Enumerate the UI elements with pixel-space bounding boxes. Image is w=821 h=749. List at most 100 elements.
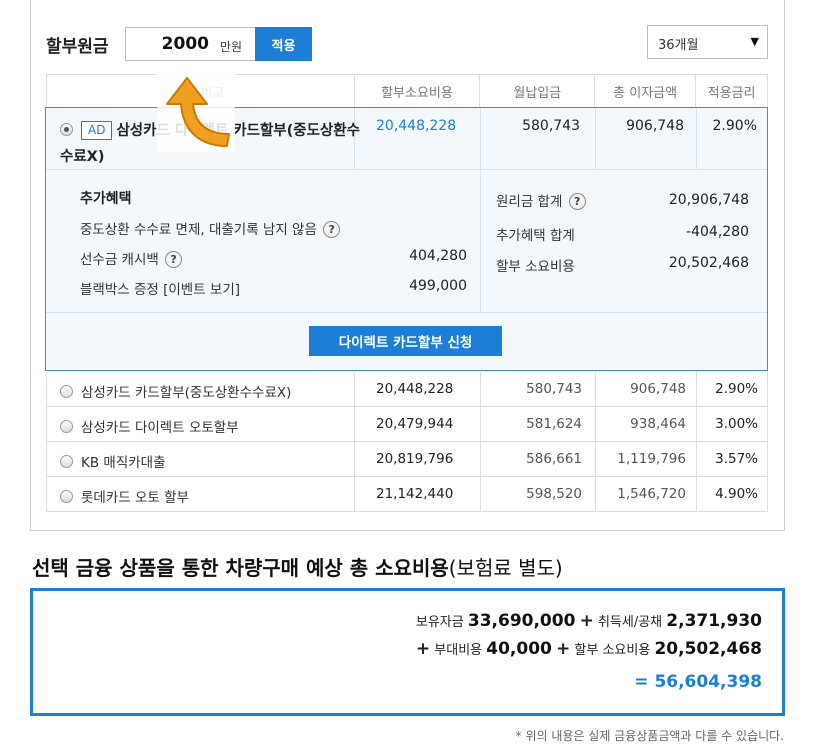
benefit-label: 중도상환 수수료 면제, 대출기록 남지 않음 <box>80 222 317 238</box>
product-name: KB 매직카대출 <box>60 451 166 471</box>
divider <box>595 407 596 442</box>
arrow-up-icon <box>157 74 235 152</box>
plus-sign: + <box>415 639 431 659</box>
benefit-label: 선수금 캐시백 <box>80 252 159 268</box>
benefit-value: 499,000 <box>409 278 467 294</box>
help-icon[interactable]: ? <box>165 251 183 268</box>
summary-label: 할부 소요비용 <box>496 259 575 275</box>
product-label: 롯데카드 오토 할부 <box>81 490 189 506</box>
product-rate: 3.00% <box>715 416 758 432</box>
radio-button[interactable] <box>60 420 73 433</box>
term-select[interactable]: 36개월 ▼ <box>647 25 768 59</box>
total-title-text: 선택 금융 상품을 통한 차량구매 예상 총 소요비용 <box>32 556 449 580</box>
product-name: 삼성카드 다이렉트 오토할부 <box>60 416 239 436</box>
selected-rate: 2.90% <box>712 118 757 134</box>
own-funds-value: 33,690,000 <box>467 611 576 631</box>
divider <box>696 477 697 512</box>
term-selected-value: 36개월 <box>658 38 699 53</box>
benefit-item: 선수금 캐시백 ? <box>80 248 183 268</box>
benefit-value: 404,280 <box>409 248 467 264</box>
help-icon[interactable]: ? <box>568 193 586 210</box>
summary-label: 원리금 합계 <box>496 194 563 210</box>
product-rate: 3.57% <box>715 451 758 467</box>
extra-cost-label: 부대비용 <box>434 643 483 658</box>
list-item[interactable]: 삼성카드 다이렉트 오토할부 20,479,944 581,624 938,46… <box>46 407 768 442</box>
selected-interest: 906,748 <box>626 118 684 134</box>
product-rate: 4.90% <box>715 486 758 502</box>
divider <box>46 372 47 407</box>
summary-value: -404,280 <box>686 224 749 240</box>
radio-button[interactable] <box>60 385 73 398</box>
list-item[interactable]: 삼성카드 카드할부(중도상환수수료X) 20,448,228 580,743 9… <box>46 372 768 407</box>
tax-value: 2,371,930 <box>666 611 762 631</box>
selected-monthly: 580,743 <box>522 118 580 134</box>
product-interest: 1,119,796 <box>617 451 686 467</box>
list-item[interactable]: KB 매직카대출 20,819,796 586,661 1,119,796 3.… <box>46 442 768 477</box>
divider <box>480 442 481 477</box>
summary-label: 추가혜택 합계 <box>496 228 575 244</box>
product-monthly: 598,520 <box>526 486 582 502</box>
total-cost-box: 보유자금 33,690,000 + 취득세/공채 2,371,930 + 부대비… <box>30 588 785 716</box>
divider <box>480 407 481 442</box>
divider <box>696 372 697 407</box>
divider <box>696 407 697 442</box>
tax-label: 취득세/공채 <box>597 615 663 630</box>
product-monthly: 580,743 <box>526 381 582 397</box>
product-label: 삼성카드 다이렉트 오토할부 <box>81 420 239 436</box>
product-monthly: 586,661 <box>526 451 582 467</box>
product-interest: 906,748 <box>630 381 686 397</box>
selected-product-block: AD 삼성카드 다이렉트 카드할부(중도상환수수료X) 20,448,228 58… <box>45 107 768 371</box>
divider <box>595 442 596 477</box>
radio-button[interactable] <box>60 490 73 503</box>
total-line-1: 보유자금 33,690,000 + 취득세/공채 2,371,930 <box>416 611 762 631</box>
product-cost: 21,142,440 <box>376 486 454 502</box>
list-item[interactable]: 롯데카드 오토 할부 21,142,440 598,520 1,546,720 … <box>46 477 768 512</box>
summary-item: 원리금 합계 ? <box>496 190 586 210</box>
product-label: KB 매직카대출 <box>81 455 166 471</box>
divider <box>480 477 481 512</box>
installment-label: 할부 소요비용 <box>574 643 651 658</box>
help-icon[interactable]: ? <box>323 221 341 238</box>
total-line-2: + 부대비용 40,000 + 할부 소요비용 20,502,468 <box>416 639 762 659</box>
header-monthly: 월납입금 <box>479 74 596 108</box>
product-cost: 20,819,796 <box>376 451 454 467</box>
plus-sign: + <box>579 611 594 631</box>
benefit-title: 추가혜택 <box>80 191 132 207</box>
summary-value: 20,906,748 <box>668 192 749 208</box>
direct-apply-button[interactable]: 다이렉트 카드할부 신청 <box>309 326 502 356</box>
header-interest: 총 이자금액 <box>594 74 697 108</box>
header-cost: 할부소요비용 <box>353 74 481 108</box>
divider <box>696 108 697 170</box>
product-cost: 20,479,944 <box>376 416 454 432</box>
radio-button[interactable] <box>60 455 73 468</box>
total-result: = 56,604,398 <box>634 672 762 692</box>
product-interest: 1,546,720 <box>617 486 686 502</box>
product-label: 삼성카드 카드할부(중도상환수수료X) <box>81 385 292 401</box>
summary-value: 20,502,468 <box>668 255 749 271</box>
divider <box>480 170 481 312</box>
principal-input[interactable]: 2000 만원 <box>125 27 256 61</box>
divider <box>354 477 355 512</box>
principal-amount: 2000 <box>161 34 209 54</box>
divider <box>354 372 355 407</box>
total-title-note: (보험료 별도) <box>448 556 563 580</box>
product-rate: 2.90% <box>715 381 758 397</box>
divider <box>767 407 768 442</box>
divider <box>354 407 355 442</box>
product-interest: 938,464 <box>630 416 686 432</box>
divider <box>595 372 596 407</box>
extra-cost-value: 40,000 <box>486 639 552 659</box>
principal-label: 할부원금 <box>46 37 109 57</box>
divider <box>767 477 768 512</box>
apply-button[interactable]: 적용 <box>255 27 312 61</box>
product-monthly: 581,624 <box>526 416 582 432</box>
divider <box>696 442 697 477</box>
product-name: 롯데카드 오토 할부 <box>60 486 189 506</box>
divider <box>595 477 596 512</box>
installment-value: 20,502,468 <box>654 639 762 659</box>
radio-button-selected[interactable] <box>60 123 73 136</box>
benefit-item[interactable]: 블랙박스 증정 [이벤트 보기] <box>80 278 240 298</box>
principal-unit: 만원 <box>219 40 242 54</box>
ad-badge: AD <box>81 121 113 140</box>
divider <box>46 442 47 477</box>
